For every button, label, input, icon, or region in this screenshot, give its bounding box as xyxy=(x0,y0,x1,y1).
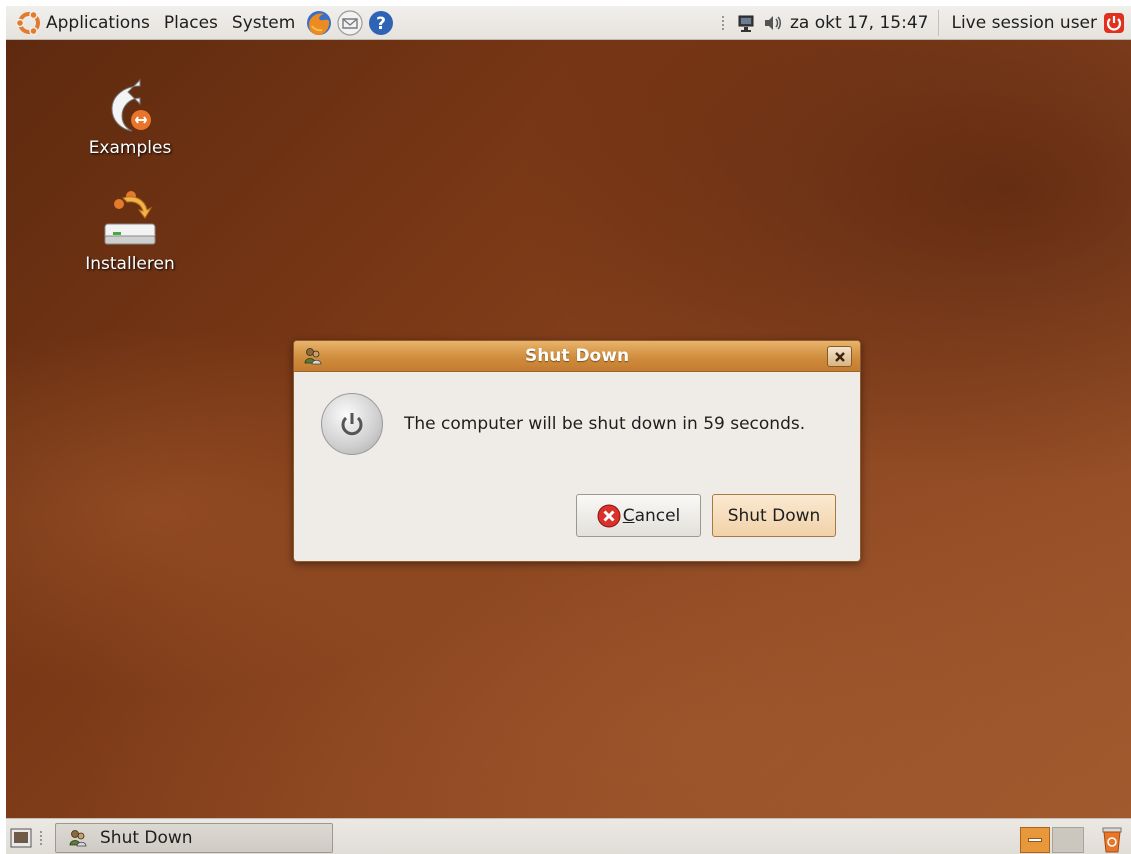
shut-down-button[interactable]: Shut Down xyxy=(712,494,836,537)
dialog-title: Shut Down xyxy=(524,346,630,366)
top-panel: Applications Places System ? za okt 17, … xyxy=(6,6,1131,40)
trash-icon[interactable] xyxy=(1100,823,1124,853)
firefox-icon[interactable] xyxy=(305,9,333,37)
bottom-panel: Shut Down xyxy=(6,818,1131,854)
desktop-icon-examples[interactable]: Examples xyxy=(70,78,190,158)
workspace-1[interactable] xyxy=(1020,827,1050,853)
users-icon xyxy=(69,830,87,847)
close-icon xyxy=(834,351,845,362)
ubuntu-logo-icon[interactable] xyxy=(16,10,42,36)
cancel-button-label: Cancel xyxy=(623,506,681,526)
svg-text:?: ? xyxy=(376,14,386,34)
power-button-icon xyxy=(321,393,383,455)
examples-folder-icon xyxy=(111,78,151,132)
window-thumbnail xyxy=(1028,838,1042,842)
notification-area: za okt 17, 15:47 Live session user xyxy=(721,6,1131,40)
cancel-label-rest: ancel xyxy=(634,505,681,526)
shutdown-dialog: Shut Down The computer will be shut down… xyxy=(293,340,861,562)
workspace-2[interactable] xyxy=(1052,827,1084,853)
panel-handle[interactable] xyxy=(40,831,44,845)
power-symbol-icon xyxy=(341,413,363,436)
cancel-button[interactable]: Cancel xyxy=(576,494,701,537)
taskbar-button-shut-down[interactable]: Shut Down xyxy=(55,823,333,853)
dialog-titlebar[interactable]: Shut Down xyxy=(294,341,860,372)
network-icon[interactable] xyxy=(736,12,758,34)
install-icon xyxy=(104,191,156,245)
menu-system[interactable]: System xyxy=(225,13,302,33)
desktop-icon-installeren[interactable]: Installeren xyxy=(70,190,190,274)
help-icon[interactable]: ? xyxy=(367,9,395,37)
show-desktop-icon[interactable] xyxy=(10,828,32,848)
desktop-icon-label: Examples xyxy=(88,138,172,158)
dialog-message: The computer will be shut down in 59 sec… xyxy=(404,414,806,434)
cancel-icon xyxy=(597,504,621,527)
volume-icon[interactable] xyxy=(762,12,784,34)
menu-places[interactable]: Places xyxy=(157,13,225,33)
desktop-icon-label: Installeren xyxy=(85,254,175,274)
close-button[interactable] xyxy=(827,346,852,367)
clock[interactable]: za okt 17, 15:47 xyxy=(788,13,939,33)
cancel-mnemonic: C xyxy=(622,505,635,526)
menu-applications[interactable]: Applications xyxy=(42,13,157,33)
mail-icon[interactable] xyxy=(336,9,364,37)
taskbar-button-label: Shut Down xyxy=(100,828,193,848)
power-icon[interactable] xyxy=(1103,12,1125,34)
user-session-label[interactable]: Live session user xyxy=(939,13,1103,33)
panel-handle[interactable] xyxy=(721,16,726,30)
